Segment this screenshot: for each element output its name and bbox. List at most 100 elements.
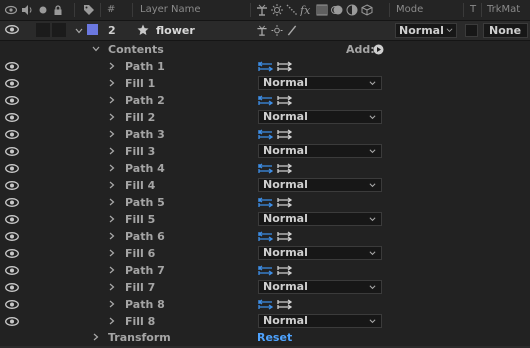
lock-icon[interactable] (52, 4, 64, 16)
path-row[interactable]: Path 4 (0, 160, 530, 178)
label-tag-icon[interactable] (83, 4, 95, 16)
path-label[interactable]: Path 8 (125, 296, 165, 313)
eye-icon[interactable] (5, 198, 19, 207)
twirl-right-icon[interactable] (108, 198, 116, 206)
fill-label[interactable]: Fill 7 (125, 279, 155, 296)
path-direction-icon[interactable] (258, 231, 294, 242)
fill-label[interactable]: Fill 1 (125, 75, 155, 92)
path-label[interactable]: Path 1 (125, 58, 165, 75)
path-label[interactable]: Path 5 (125, 194, 165, 211)
twirl-right-icon[interactable] (108, 300, 116, 308)
fill-label[interactable]: Fill 5 (125, 211, 155, 228)
lock-box[interactable] (52, 23, 66, 37)
twirl-right-icon[interactable] (108, 266, 116, 274)
blend-mode-dropdown[interactable]: Normal (258, 212, 382, 226)
twirl-right-icon[interactable] (108, 317, 116, 325)
transform-row[interactable]: Transform Reset (0, 329, 530, 347)
path-row[interactable]: Path 3 (0, 126, 530, 144)
eye-icon[interactable] (5, 4, 17, 16)
3d-layer-icon[interactable] (361, 4, 373, 16)
twirl-right-icon[interactable] (108, 113, 116, 121)
twirl-right-icon[interactable] (108, 147, 116, 155)
preserve-transparency-checkbox[interactable] (465, 24, 478, 37)
add-play-button[interactable] (373, 44, 384, 55)
path-direction-icon[interactable] (258, 265, 294, 276)
fill-row[interactable]: Fill 4 Normal (0, 177, 530, 195)
quality-switch-icon[interactable] (286, 25, 298, 36)
eye-icon[interactable] (5, 300, 19, 309)
path-row[interactable]: Path 1 (0, 58, 530, 76)
path-row[interactable]: Path 6 (0, 228, 530, 246)
fill-label[interactable]: Fill 8 (125, 313, 155, 330)
trkmat-dropdown[interactable]: None (483, 23, 528, 38)
eye-icon[interactable] (5, 317, 19, 326)
eye-icon[interactable] (5, 79, 19, 88)
twirl-right-icon[interactable] (108, 79, 116, 87)
path-label[interactable]: Path 7 (125, 262, 165, 279)
motion-blur-icon[interactable] (331, 4, 343, 16)
effects-fx-icon[interactable]: fx (300, 4, 312, 16)
path-direction-icon[interactable] (258, 129, 294, 140)
eye-icon[interactable] (5, 249, 19, 258)
audio-icon[interactable] (21, 4, 33, 16)
fill-label[interactable]: Fill 2 (125, 109, 155, 126)
path-label[interactable]: Path 4 (125, 160, 165, 177)
twirl-right-icon[interactable] (108, 283, 116, 291)
eye-icon[interactable] (5, 130, 19, 139)
twirl-right-icon[interactable] (92, 333, 100, 341)
path-row[interactable]: Path 8 (0, 296, 530, 314)
frame-blending-icon[interactable] (316, 4, 328, 16)
eye-icon[interactable] (5, 283, 19, 292)
fill-row[interactable]: Fill 3 Normal (0, 143, 530, 161)
header-number[interactable]: # (107, 0, 115, 20)
path-direction-icon[interactable] (258, 197, 294, 208)
collapse-sun-icon[interactable] (271, 4, 283, 16)
twirl-right-icon[interactable] (108, 96, 116, 104)
eye-icon[interactable] (5, 113, 19, 122)
path-direction-icon[interactable] (258, 95, 294, 106)
eye-icon[interactable] (5, 232, 19, 241)
fill-label[interactable]: Fill 4 (125, 177, 155, 194)
reset-link[interactable]: Reset (257, 329, 292, 346)
layer-mode-dropdown[interactable]: Normal (395, 23, 457, 38)
layer-row[interactable]: 2 flower Normal None (0, 21, 530, 41)
header-trkmat[interactable]: TrkMat (487, 0, 520, 20)
fill-row[interactable]: Fill 2 Normal (0, 109, 530, 127)
path-label[interactable]: Path 3 (125, 126, 165, 143)
shy-icon[interactable] (256, 4, 268, 16)
label-color-swatch[interactable] (87, 24, 98, 35)
path-direction-icon[interactable] (258, 61, 294, 72)
path-direction-icon[interactable] (258, 299, 294, 310)
twirl-right-icon[interactable] (108, 164, 116, 172)
twirl-right-icon[interactable] (108, 215, 116, 223)
eye-icon[interactable] (5, 62, 19, 71)
twirl-right-icon[interactable] (108, 62, 116, 70)
eye-icon[interactable] (5, 266, 19, 275)
path-label[interactable]: Path 6 (125, 228, 165, 245)
collapse-switch-icon[interactable] (271, 25, 283, 36)
layer-name[interactable]: flower (156, 22, 195, 39)
eye-icon[interactable] (5, 215, 19, 224)
blend-mode-dropdown[interactable]: Normal (258, 246, 382, 260)
twirl-right-icon[interactable] (108, 232, 116, 240)
blend-mode-dropdown[interactable]: Normal (258, 178, 382, 192)
fill-label[interactable]: Fill 3 (125, 143, 155, 160)
path-row[interactable]: Path 5 (0, 194, 530, 212)
twirl-down-icon[interactable] (92, 45, 100, 53)
contents-row[interactable]: Contents Add: (0, 41, 530, 59)
shy-switch-icon[interactable] (256, 25, 268, 36)
fill-label[interactable]: Fill 6 (125, 245, 155, 262)
header-layer-name[interactable]: Layer Name (140, 0, 201, 20)
blend-mode-dropdown[interactable]: Normal (258, 314, 382, 328)
blend-mode-dropdown[interactable]: Normal (258, 144, 382, 158)
twirl-right-icon[interactable] (108, 249, 116, 257)
eye-icon[interactable] (5, 181, 19, 190)
header-t[interactable]: T (470, 0, 476, 20)
path-label[interactable]: Path 2 (125, 92, 165, 109)
twirl-right-icon[interactable] (108, 130, 116, 138)
blend-mode-dropdown[interactable]: Normal (258, 110, 382, 124)
path-row[interactable]: Path 2 (0, 92, 530, 110)
fill-row[interactable]: Fill 1 Normal (0, 75, 530, 93)
path-row[interactable]: Path 7 (0, 262, 530, 280)
fill-row[interactable]: Fill 7 Normal (0, 279, 530, 297)
